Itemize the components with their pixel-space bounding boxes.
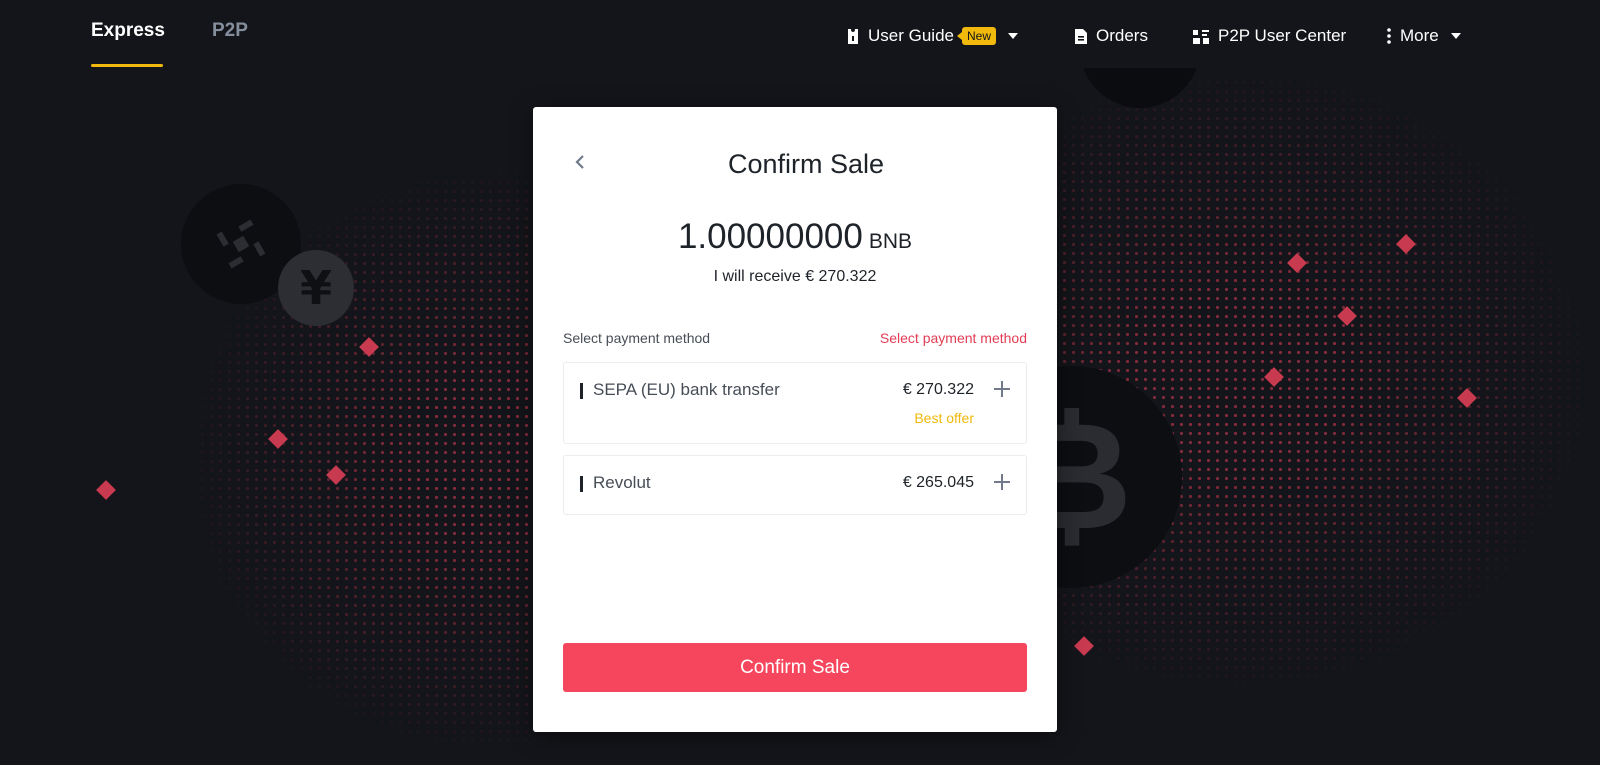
amount-unit: BNB: [868, 230, 913, 253]
top-navigation: Express P2P User Guide New Orders P2P Us…: [0, 0, 1600, 68]
payment-method-name: Revolut: [593, 473, 651, 492]
new-badge: New: [956, 27, 996, 45]
chevron-down-icon: [1450, 33, 1461, 39]
payment-method-label: Select payment method: [563, 330, 711, 346]
payment-method-option-revolut[interactable]: Revolut € 265.045: [563, 455, 1027, 515]
receive-amount-text: I will receive € 270.322: [713, 268, 877, 285]
confirm-sale-button[interactable]: Confirm Sale: [563, 643, 1027, 692]
payment-method-price: € 270.322: [902, 381, 974, 398]
chevron-down-icon: [1008, 33, 1018, 39]
nav-user-guide[interactable]: User Guide New: [846, 26, 1018, 46]
payment-method-marker: [580, 476, 583, 492]
tab-express[interactable]: Express: [91, 20, 165, 42]
select-payment-method-link[interactable]: Select payment method: [880, 330, 1027, 346]
users-icon: [1192, 28, 1210, 45]
document-icon: [1074, 28, 1088, 45]
nav-more[interactable]: More: [1386, 26, 1461, 46]
user-guide-icon: [846, 27, 860, 45]
nav-more-label: More: [1400, 26, 1439, 45]
diamond-decoration: [96, 480, 116, 500]
more-vertical-icon: [1386, 27, 1392, 45]
nav-p2p-user-center-label: P2P User Center: [1218, 26, 1347, 45]
nav-user-guide-label: User Guide: [868, 26, 954, 45]
yen-coin-icon: ¥: [278, 250, 354, 326]
nav-p2p-user-center[interactable]: P2P User Center: [1192, 26, 1346, 46]
tab-p2p[interactable]: P2P: [212, 20, 248, 42]
payment-method-price: € 265.045: [902, 474, 974, 491]
nav-orders-label: Orders: [1096, 26, 1148, 45]
sell-amount: 1.00000000 BNB: [533, 217, 1057, 257]
amount-value: 1.00000000: [677, 217, 863, 256]
active-tab-indicator: [91, 64, 163, 67]
dialog-title: Confirm Sale: [727, 149, 885, 179]
nav-orders[interactable]: Orders: [1074, 26, 1148, 46]
best-offer-tag: Best offer: [914, 410, 974, 426]
payment-method-option-sepa[interactable]: SEPA (EU) bank transfer € 270.322 Best o…: [563, 362, 1027, 444]
payment-method-name: SEPA (EU) bank transfer: [593, 380, 780, 399]
payment-method-marker: [580, 383, 583, 399]
plus-icon[interactable]: [992, 379, 1012, 399]
confirm-sale-dialog: Confirm Sale 1.00000000 BNB I will receiv…: [533, 107, 1057, 732]
plus-icon[interactable]: [992, 472, 1012, 492]
